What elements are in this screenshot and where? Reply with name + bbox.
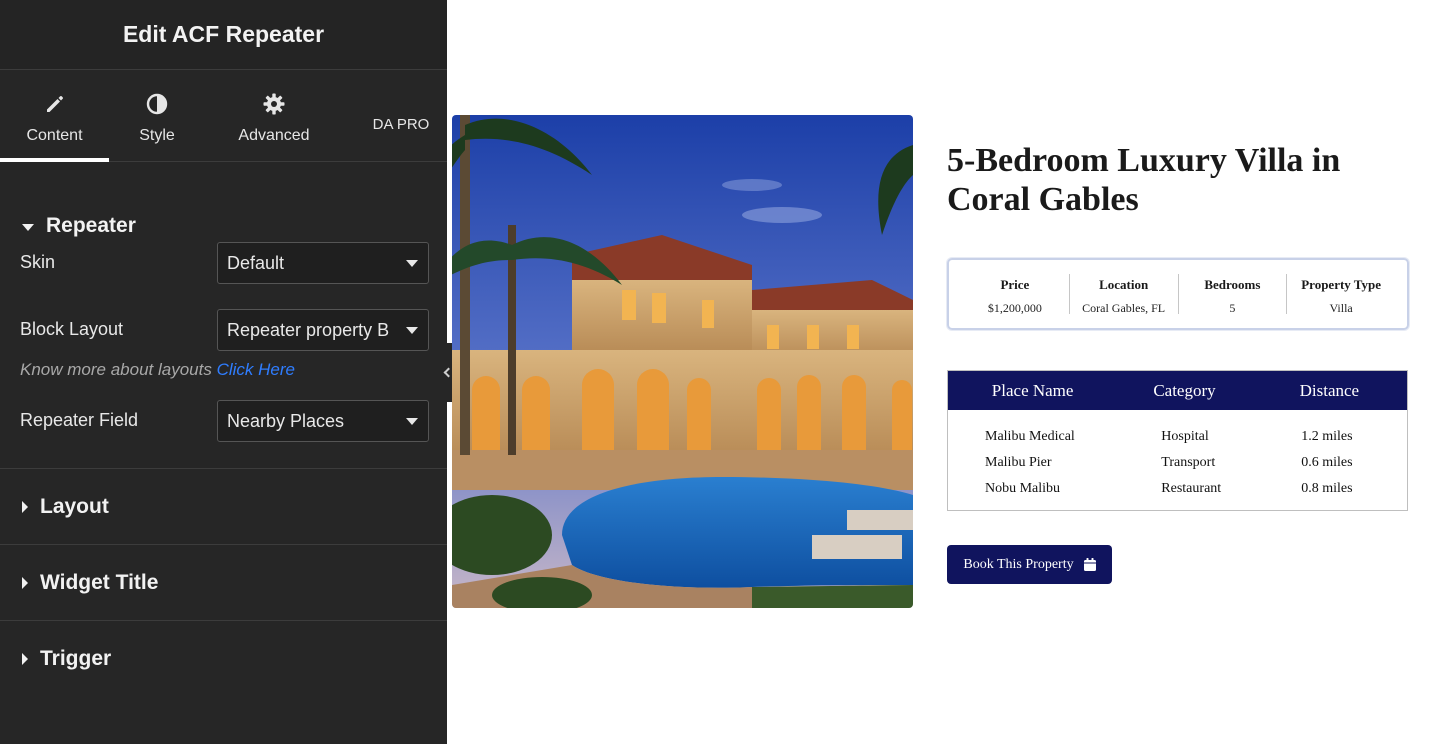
spec-location: Location Coral Gables, FL (1070, 274, 1179, 315)
click-here-link[interactable]: Click Here (217, 360, 295, 379)
tab-advanced[interactable]: Advanced (222, 70, 326, 162)
spec-value: Coral Gables, FL (1082, 301, 1166, 315)
repeater-field-label: Repeater Field (20, 410, 139, 430)
widget-title-section-header[interactable]: Widget Title (0, 545, 447, 621)
caret-right-icon (22, 500, 28, 513)
book-property-button[interactable]: Book This Property (947, 545, 1112, 584)
spec-value: 5 (1229, 301, 1236, 315)
tab-style[interactable]: Style (110, 70, 204, 162)
spec-label: Location (1099, 277, 1149, 292)
table-row: Malibu Medical Hospital 1.2 miles (948, 424, 1407, 450)
tab-content[interactable]: Content (0, 70, 109, 162)
panel-title: Edit ACF Repeater (122, 21, 325, 47)
chevron-down-icon (406, 418, 418, 425)
category-cell: Restaurant (1161, 481, 1222, 496)
spec-property-type: Property Type Villa (1287, 274, 1395, 315)
skin-label: Skin (20, 252, 56, 272)
column-header: Category (1153, 380, 1216, 400)
table-body: Malibu Medical Hospital 1.2 miles Malibu… (948, 410, 1407, 502)
book-property-label: Book This Property (963, 556, 1074, 572)
property-specs: Price $1,200,000 Location Coral Gables, … (947, 258, 1409, 330)
layout-section-label: Layout (40, 494, 109, 518)
layout-hint: Know more about layouts Click Here (0, 357, 447, 400)
block-layout-control: Block Layout Repeater property B (0, 309, 447, 351)
skin-select[interactable]: Default (217, 242, 429, 284)
spec-value: Villa (1329, 301, 1353, 315)
caret-down-icon (22, 224, 34, 231)
tab-content-label: Content (26, 127, 83, 144)
chevron-down-icon (406, 260, 418, 267)
repeater-field-select-value: Nearby Places (227, 410, 345, 431)
place-name-cell: Malibu Medical (985, 429, 1075, 444)
repeater-section: Repeater Skin Default Block Layout Repea… (0, 162, 447, 469)
spec-label: Property Type (1301, 277, 1382, 292)
tab-advanced-label: Advanced (238, 127, 310, 144)
trigger-section-label: Trigger (40, 647, 112, 670)
trigger-section-header[interactable]: Trigger (0, 621, 447, 697)
spec-value: $1,200,000 (987, 301, 1042, 315)
repeater-section-label: Repeater (46, 214, 136, 237)
layout-section-header[interactable]: Layout (0, 469, 447, 545)
column-header: Distance (1299, 380, 1360, 400)
property-title: 5-Bedroom Luxury Villa in Coral Gables (947, 142, 1341, 218)
category-cell: Transport (1161, 455, 1216, 470)
chevron-down-icon (406, 327, 418, 334)
skin-control: Skin Default (0, 242, 447, 284)
layout-hint-text: Know more about layouts (20, 360, 212, 379)
table-row: Nobu Malibu Restaurant 0.8 miles (948, 476, 1407, 502)
repeater-field-select[interactable]: Nearby Places (217, 400, 429, 442)
table-row: Malibu Pier Transport 0.6 miles (948, 450, 1407, 476)
editor-panel: Edit ACF Repeater Content Style Advanced… (0, 0, 447, 744)
spec-price: Price $1,200,000 (961, 274, 1070, 315)
caret-right-icon (22, 653, 28, 665)
distance-cell: 1.2 miles (1301, 429, 1353, 444)
tab-da-pro-label: DA PRO (372, 116, 430, 133)
pencil-icon (46, 96, 63, 112)
panel-header: Edit ACF Repeater (0, 0, 447, 70)
gear-icon (263, 93, 285, 115)
property-image (452, 115, 913, 608)
distance-cell: 0.6 miles (1301, 455, 1353, 470)
repeater-field-control: Repeater Field Nearby Places (0, 400, 447, 442)
caret-right-icon (22, 576, 28, 589)
nearby-places-table: Place Name Category Distance Malibu Medi… (947, 370, 1408, 511)
half-circle-icon (146, 93, 168, 115)
calendar-icon (1083, 558, 1096, 571)
block-layout-label: Block Layout (20, 319, 124, 339)
table-header: Place Name Category Distance (948, 371, 1407, 410)
tab-style-label: Style (139, 127, 175, 144)
category-cell: Hospital (1161, 429, 1209, 444)
widget-title-section-label: Widget Title (40, 570, 159, 594)
block-layout-select-value: Repeater property B (227, 319, 390, 340)
skin-select-value: Default (227, 252, 285, 273)
spec-bedrooms: Bedrooms 5 (1179, 274, 1288, 315)
distance-cell: 0.8 miles (1301, 481, 1353, 496)
column-header: Place Name (991, 380, 1074, 400)
place-name-cell: Malibu Pier (985, 455, 1052, 470)
panel-tabs: Content Style Advanced DA PRO (0, 70, 447, 162)
place-name-cell: Nobu Malibu (985, 481, 1061, 496)
spec-label: Bedrooms (1204, 277, 1261, 292)
spec-label: Price (1000, 277, 1030, 292)
block-layout-select[interactable]: Repeater property B (217, 309, 429, 351)
villa-illustration (452, 115, 913, 608)
tab-da-pro[interactable]: DA PRO (358, 70, 444, 162)
